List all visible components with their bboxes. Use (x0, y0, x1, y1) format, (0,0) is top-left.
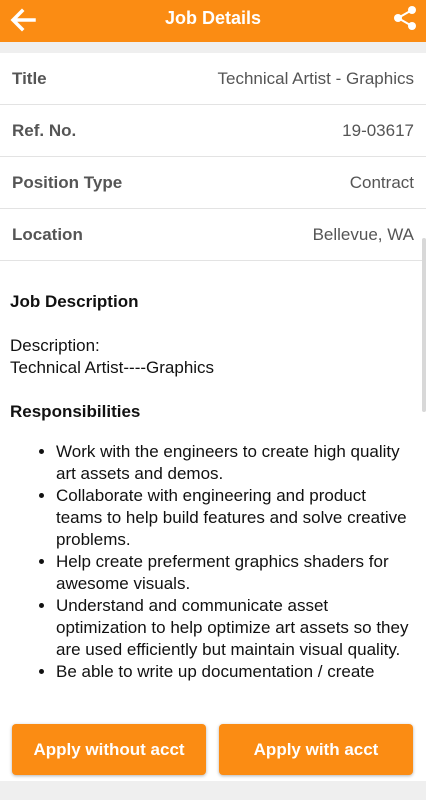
detail-label: Title (12, 69, 47, 88)
detail-row-title: Title Technical Artist - Graphics (0, 53, 426, 105)
job-description-heading: Job Description (10, 292, 139, 311)
detail-value: Bellevue, WA (312, 225, 414, 244)
detail-value: Contract (349, 173, 414, 192)
bottom-strip (0, 781, 426, 800)
description-line: Description: (10, 336, 100, 355)
list-item: Collaborate with engineering and product… (56, 485, 416, 551)
detail-row-position-type: Position Type Contract (0, 157, 426, 209)
list-item: Work with the engineers to create high q… (56, 441, 416, 485)
detail-row-location: Location Bellevue, WA (0, 209, 426, 261)
detail-value: Technical Artist - Graphics (217, 69, 414, 88)
job-description: Job Description Description: Technical A… (0, 261, 426, 683)
description-line: Technical Artist----Graphics (10, 358, 215, 377)
detail-label: Ref. No. (12, 121, 77, 140)
scrollbar[interactable] (422, 238, 426, 412)
footer-actions: Apply without acct Apply with acct (0, 720, 426, 781)
page-title: Job Details (164, 8, 262, 28)
list-item: Help create preferment graphics shaders … (56, 551, 416, 595)
apply-without-account-button[interactable]: Apply without acct (12, 724, 206, 775)
detail-label: Position Type (12, 173, 123, 192)
description-text: Description: Technical Artist----Graphic… (10, 335, 416, 379)
detail-value: 19-03617 (342, 121, 414, 140)
responsibilities-list: Work with the engineers to create high q… (10, 441, 416, 683)
apply-with-account-button[interactable]: Apply with acct (219, 724, 413, 775)
responsibilities-heading: Responsibilities (10, 402, 141, 421)
list-item: Be able to write up documentation / crea… (56, 661, 416, 683)
list-item: Understand and communicate asset optimiz… (56, 595, 416, 661)
detail-label: Location (12, 225, 83, 244)
app-header: Job Details (0, 0, 426, 42)
share-icon[interactable] (392, 5, 418, 31)
detail-row-ref-no: Ref. No. 19-03617 (0, 105, 426, 157)
job-details-card: Title Technical Artist - Graphics Ref. N… (0, 53, 426, 720)
